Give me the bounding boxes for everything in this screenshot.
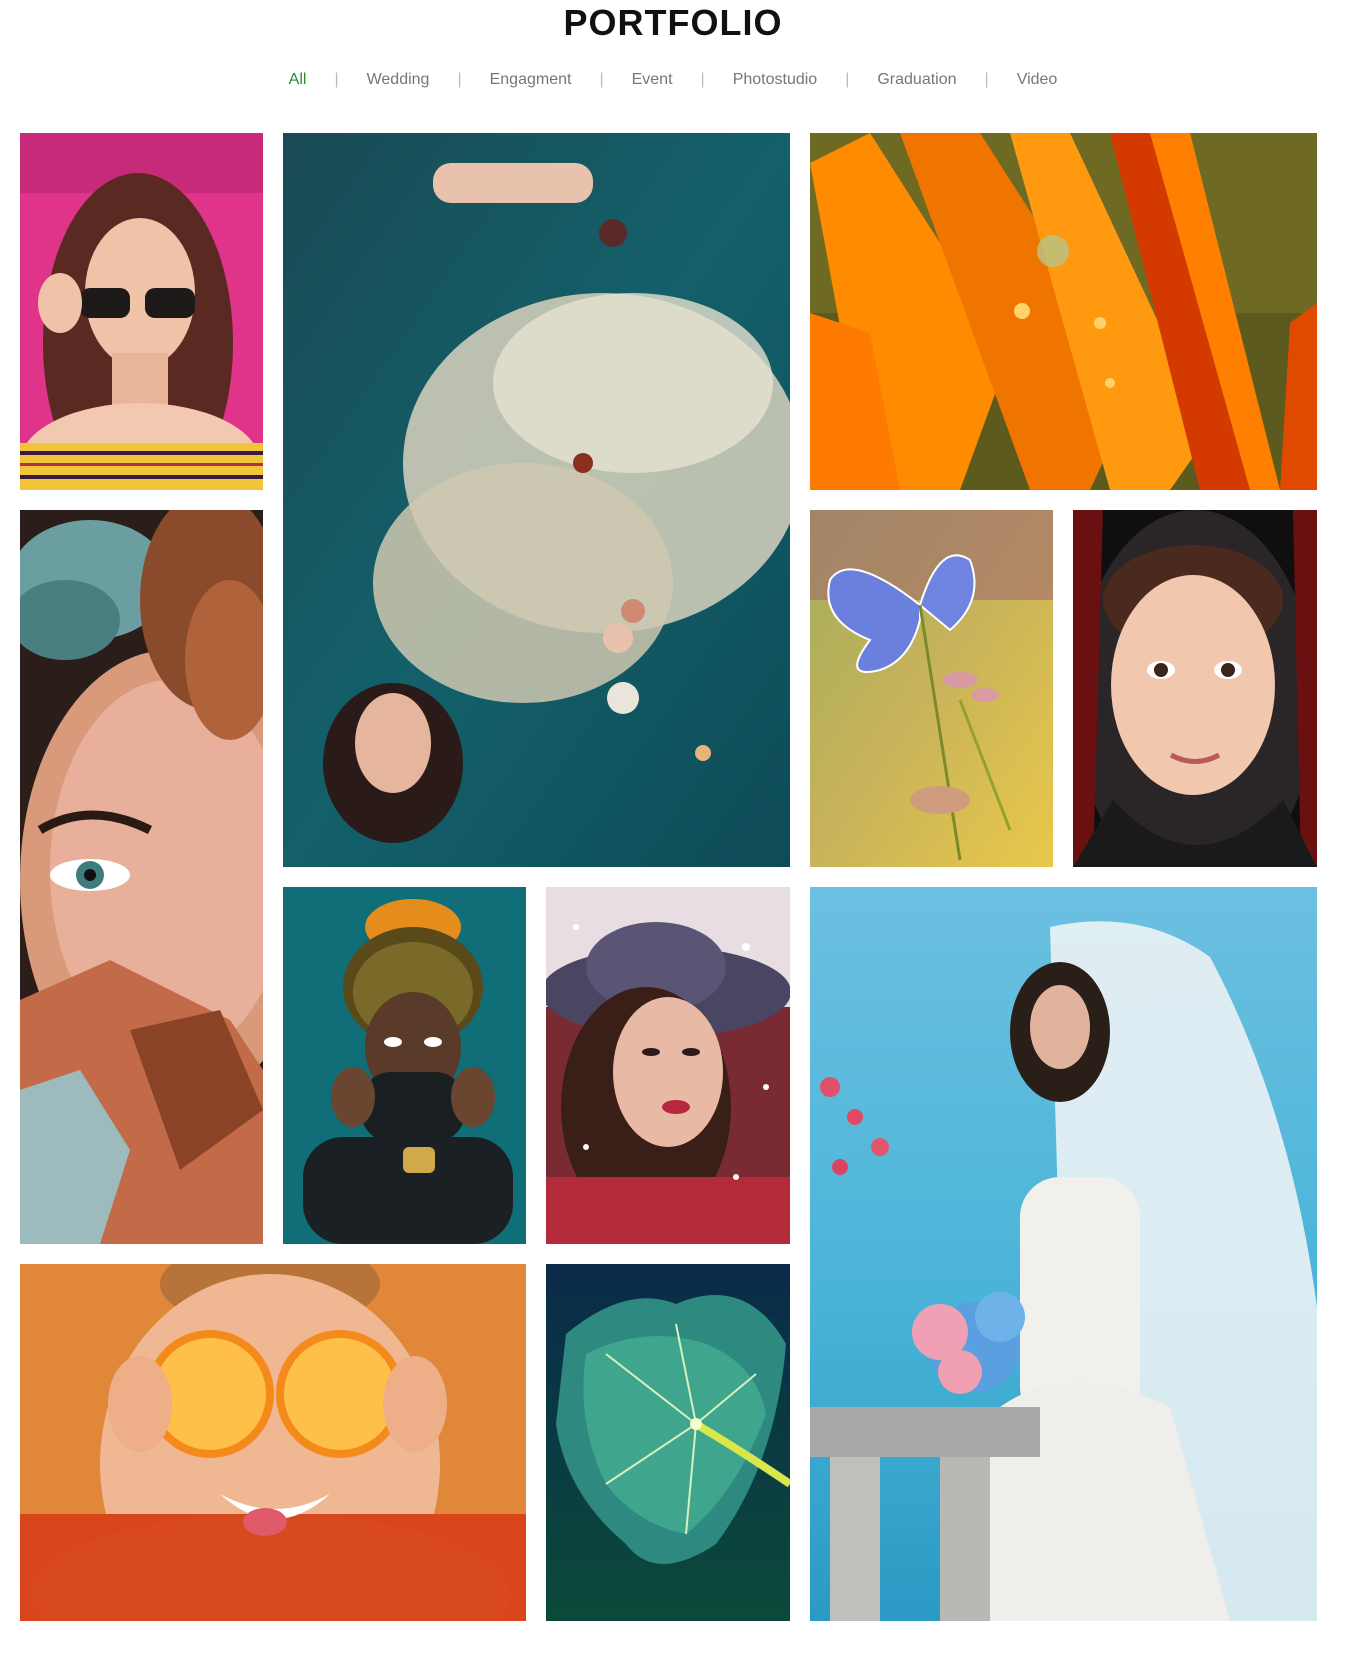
gallery-photo-woman-hat[interactable] — [546, 887, 790, 1244]
gallery-photo-bride[interactable] — [810, 887, 1317, 1621]
gallery-photo-orange-slices[interactable] — [20, 1264, 526, 1621]
filter-engagment[interactable]: Engagment — [462, 71, 600, 89]
gallery-photo-braided-hair[interactable] — [283, 887, 526, 1244]
gallery-photo-little-girl[interactable] — [1073, 510, 1317, 867]
filter-graduation[interactable]: Graduation — [849, 71, 984, 89]
filter-wedding[interactable]: Wedding — [339, 71, 458, 89]
page-title: PORTFOLIO — [563, 2, 783, 43]
photo-green-leaf — [546, 1264, 790, 1621]
gallery-photo-woman-sunglasses[interactable] — [20, 133, 263, 490]
filter-all[interactable]: All — [261, 71, 335, 89]
photo-braided-hair — [283, 887, 526, 1244]
filter-video[interactable]: Video — [989, 71, 1086, 89]
filter-event[interactable]: Event — [604, 71, 701, 89]
photo-woman-sunglasses — [20, 133, 263, 490]
photo-woman-hat — [546, 887, 790, 1244]
photo-orange-slices — [20, 1264, 526, 1621]
photo-butterfly — [810, 510, 1053, 867]
photo-orange-flower — [810, 133, 1317, 490]
photo-little-girl — [1073, 510, 1317, 867]
photo-eye-roses — [20, 510, 263, 1244]
gallery-photo-butterfly[interactable] — [810, 510, 1053, 867]
photo-bride — [810, 887, 1317, 1621]
gallery-photo-eye-roses[interactable] — [20, 510, 263, 1244]
photo-woman-in-water — [283, 133, 790, 867]
portfolio-filter-bar: All | Wedding | Engagment | Event | Phot… — [0, 68, 1346, 92]
filter-photostudio[interactable]: Photostudio — [705, 71, 846, 89]
gallery-photo-orange-flower[interactable] — [810, 133, 1317, 490]
gallery-photo-green-leaf[interactable] — [546, 1264, 790, 1621]
gallery-photo-woman-in-water[interactable] — [283, 133, 790, 867]
